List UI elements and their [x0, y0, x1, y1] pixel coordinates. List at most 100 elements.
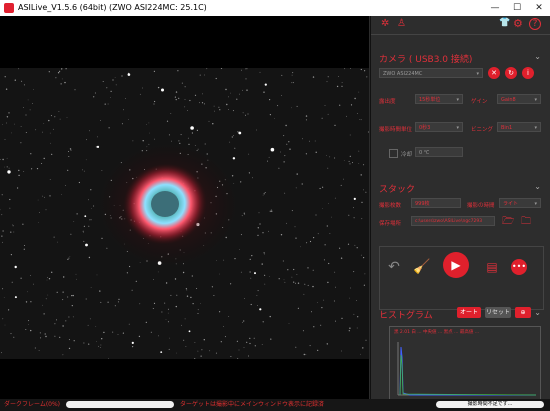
star [100, 120, 101, 121]
divider [371, 34, 550, 35]
gain-select[interactable]: 15秒単位 ▾ [415, 94, 463, 104]
folder-open-icon[interactable]: 🗁 [502, 214, 514, 231]
star [363, 257, 365, 259]
star [264, 83, 267, 86]
close-button[interactable]: ✕ [528, 0, 550, 16]
broom-icon[interactable]: 🧹 [411, 256, 433, 278]
star [314, 140, 316, 142]
shirt-icon[interactable]: 👕 [499, 18, 510, 28]
star [110, 97, 111, 98]
frames-input[interactable]: 999枚 [411, 198, 461, 208]
list-icon[interactable]: ▤ [481, 256, 503, 278]
undo-icon[interactable]: ↶ [383, 256, 405, 278]
star [196, 129, 198, 131]
play-button[interactable]: ▶ [443, 252, 469, 278]
star [153, 70, 155, 72]
save-path-input[interactable]: c:\users\zwo\ASILive\ngc7293 [411, 216, 495, 226]
auto-button[interactable]: オート [457, 307, 481, 318]
star [248, 172, 250, 174]
save-path-value: c:\users\zwo\ASILive\ngc7293 [415, 219, 483, 224]
star [285, 124, 287, 127]
star [165, 319, 167, 320]
star [301, 183, 303, 185]
help-icon[interactable]: ? [529, 18, 541, 30]
star [139, 303, 141, 305]
star [357, 113, 358, 114]
star [88, 199, 89, 201]
star [245, 68, 246, 70]
cooler-input[interactable]: 0 ℃ [415, 147, 463, 157]
image-viewer[interactable] [0, 16, 369, 399]
star [45, 209, 47, 211]
star [65, 320, 67, 322]
star [223, 326, 224, 327]
chevron-down-icon[interactable]: ⌄ [534, 52, 541, 61]
star [291, 74, 293, 76]
star [295, 237, 297, 239]
folder-icon[interactable]: 🗀 [521, 214, 531, 231]
star [208, 120, 210, 122]
star [360, 254, 362, 256]
star [186, 295, 189, 297]
star [357, 316, 359, 318]
exposure-select[interactable]: 0秒3 ▾ [415, 122, 463, 132]
disconnect-button[interactable]: ✕ [488, 67, 500, 79]
star [360, 119, 362, 121]
star [358, 91, 360, 93]
star [271, 210, 273, 212]
star [168, 134, 170, 136]
star [190, 296, 192, 299]
star [262, 194, 264, 196]
reset-button[interactable]: リセット [485, 307, 511, 318]
star [230, 283, 232, 285]
star [123, 109, 124, 111]
star [363, 284, 365, 286]
star [246, 68, 248, 70]
star [291, 82, 293, 84]
more-button[interactable]: ••• [511, 259, 527, 275]
star [232, 157, 236, 160]
camera-model-select[interactable]: ZWO ASI224MC ▾ [379, 68, 483, 78]
star [237, 131, 239, 133]
star [6, 116, 9, 118]
star [304, 283, 306, 285]
star [44, 196, 45, 198]
star [264, 283, 266, 285]
gain-right-select[interactable]: Gain8 ▾ [497, 94, 541, 104]
star [257, 290, 259, 292]
star [23, 107, 24, 108]
maximize-button[interactable]: ☐ [506, 0, 528, 16]
star [234, 258, 236, 260]
star [88, 343, 90, 345]
star [28, 324, 29, 325]
stack-time-select[interactable]: ライト ▾ [499, 198, 541, 208]
star [226, 103, 228, 106]
star [269, 99, 271, 101]
user-icon[interactable]: ♙ [397, 18, 406, 29]
star [335, 320, 336, 322]
star [10, 231, 12, 233]
star [328, 262, 330, 265]
star [25, 301, 28, 303]
gear-icon[interactable]: ⚙ [513, 17, 523, 30]
refresh-button[interactable]: ↻ [505, 67, 517, 79]
star [2, 318, 4, 320]
star [42, 131, 43, 133]
star [67, 296, 69, 298]
star [59, 118, 61, 120]
star [82, 230, 84, 232]
chevron-down-icon[interactable]: ⌄ [534, 308, 541, 317]
star [93, 96, 95, 98]
star [199, 74, 201, 76]
binning-select[interactable]: Bin1 ▾ [497, 122, 541, 132]
info-button[interactable]: i [522, 67, 534, 79]
zoom-in-icon[interactable]: ⊕ [515, 307, 531, 318]
star [0, 159, 1, 160]
settings-icon[interactable]: ✲ [381, 18, 389, 29]
histogram-chart: 黒 2.01 白 ... 中央値 ... 黒点 ... 最高値 ... [389, 326, 541, 401]
minimize-button[interactable]: — [484, 0, 506, 16]
star [73, 340, 75, 342]
star [201, 349, 203, 351]
cooler-checkbox[interactable] [389, 149, 398, 158]
chevron-down-icon[interactable]: ⌄ [534, 182, 541, 191]
